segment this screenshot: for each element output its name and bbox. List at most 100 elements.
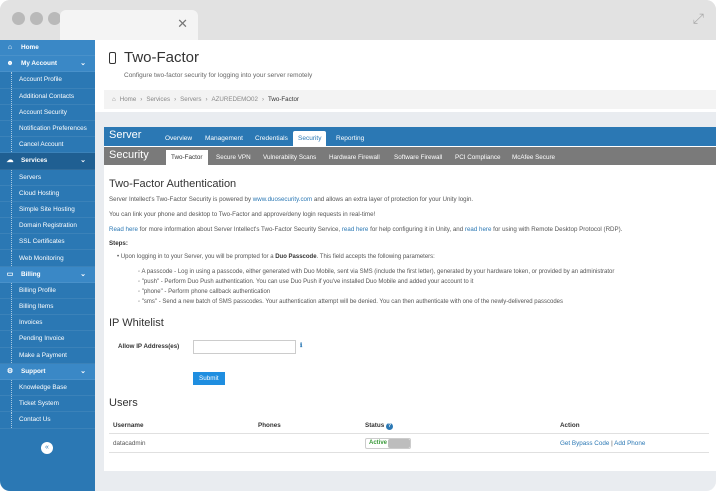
steps-label: Steps: xyxy=(109,240,128,247)
status-toggle[interactable]: Active xyxy=(365,438,411,449)
expand-icon[interactable]: ⤢ xyxy=(693,10,704,27)
sidebar-item-billing-profile[interactable]: Billing Profile xyxy=(0,282,95,299)
sidebar-item-label: Support xyxy=(21,367,46,375)
duo-link[interactable]: www.duosecurity.com xyxy=(253,196,312,203)
close-icon[interactable]: ✕ xyxy=(177,16,188,32)
sidebar-item-servers[interactable]: Servers xyxy=(0,169,95,186)
sidebar-item-support[interactable]: ⚙ Support ⌄ xyxy=(0,363,95,380)
sidebar-item-make-a-payment[interactable]: Make a Payment xyxy=(0,347,95,364)
tab-vulnerability-scans[interactable]: Vulnerability Scans xyxy=(258,150,321,165)
sidebar-item-label: Web Monitoring xyxy=(19,254,64,262)
breadcrumb-servers[interactable]: Servers xyxy=(180,96,201,103)
sidebar-item-services[interactable]: ☁ Services ⌄ xyxy=(0,153,95,170)
add-phone-link[interactable]: Add Phone xyxy=(614,440,645,447)
read-here-unity-link[interactable]: read here xyxy=(342,226,369,233)
window-close-dot[interactable] xyxy=(12,12,25,25)
credit-card-icon: ▭ xyxy=(6,270,14,278)
breadcrumb-separator: › xyxy=(205,96,208,103)
breadcrumb-server-name[interactable]: AZUREDEMO02 xyxy=(212,96,258,103)
collapse-sidebar-button[interactable]: « xyxy=(41,442,53,454)
title-bar: ✕ ⤢ xyxy=(0,0,716,40)
info-icon[interactable]: ℹ xyxy=(300,342,302,349)
tab-secure-vpn[interactable]: Secure VPN xyxy=(211,150,256,165)
tab-software-firewall[interactable]: Software Firewall xyxy=(389,150,447,165)
breadcrumb: ⌂ Home › Services › Servers › AZUREDEMO0… xyxy=(104,90,716,109)
tab-credentials[interactable]: Credentials xyxy=(250,131,293,146)
sidebar-item-label: Knowledge Base xyxy=(19,384,67,392)
submit-button[interactable]: Submit xyxy=(193,372,225,385)
sidebar-item-home[interactable]: ⌂ Home xyxy=(0,40,95,57)
browser-tab[interactable]: ✕ xyxy=(60,10,198,40)
sidebar-item-notification-preferences[interactable]: Notification Preferences xyxy=(0,120,95,138)
column-header-username: Username xyxy=(113,422,144,429)
breadcrumb-home[interactable]: Home xyxy=(120,96,137,103)
tab-security[interactable]: Security xyxy=(293,131,327,146)
column-header-status: Status ? xyxy=(365,422,393,430)
sidebar-item-additional-contacts[interactable]: Additional Contacts xyxy=(0,88,95,105)
chevron-down-icon[interactable]: ⌄ xyxy=(80,156,86,164)
chevron-down-icon[interactable]: ⌄ xyxy=(80,270,86,278)
breadcrumb-separator: › xyxy=(174,96,177,103)
sidebar-item-label: Account Profile xyxy=(19,76,62,84)
sidebar-item-cancel-account[interactable]: Cancel Account xyxy=(0,137,95,154)
read-here-rdp-link[interactable]: read here xyxy=(465,226,492,233)
sidebar-item-label: Notification Preferences xyxy=(19,125,87,133)
read-more-paragraph: Read here for more information about Ser… xyxy=(109,226,622,233)
page-title: Two-Factor xyxy=(124,49,200,66)
question-icon[interactable]: ? xyxy=(386,423,393,430)
sidebar-item-simple-site-hosting[interactable]: Simple Site Hosting xyxy=(0,201,95,219)
sidebar-item-contact-us[interactable]: Contact Us xyxy=(0,412,95,429)
server-panel: Server Overview Management Credentials S… xyxy=(104,127,716,471)
server-label: Server xyxy=(109,129,142,141)
tab-pci-compliance[interactable]: PCI Compliance xyxy=(450,150,506,165)
param-phone: "phone" - Perform phone callback authent… xyxy=(141,289,271,295)
read-here-link[interactable]: Read here xyxy=(109,226,138,233)
gear-icon: ⚙ xyxy=(6,367,14,375)
tab-management[interactable]: Management xyxy=(200,131,248,146)
sidebar-item-cloud-hosting[interactable]: Cloud Hosting xyxy=(0,185,95,202)
tab-overview[interactable]: Overview xyxy=(160,131,197,146)
sidebar-item-billing-items[interactable]: Billing Items xyxy=(0,299,95,316)
allow-ip-input[interactable] xyxy=(193,340,296,354)
breadcrumb-services[interactable]: Services xyxy=(146,96,170,103)
sidebar-item-ssl-certificates[interactable]: SSL Certificates xyxy=(0,234,95,251)
sidebar-item-domain-registration[interactable]: Domain Registration xyxy=(0,218,95,235)
sidebar-item-label: Invoices xyxy=(19,319,43,327)
breadcrumb-current: Two-Factor xyxy=(268,96,299,103)
sidebar-item-billing[interactable]: ▭ Billing ⌄ xyxy=(0,266,95,283)
sidebar-item-ticket-system[interactable]: Ticket System xyxy=(0,396,95,413)
page-content: ⌂ Home ☻ My Account ⌄ Account Profile Addition… xyxy=(0,40,716,491)
phone-icon xyxy=(109,52,116,64)
sidebar-item-label: Home xyxy=(21,44,39,52)
sidebar-item-label: Billing Items xyxy=(19,303,54,311)
duo-passcode-label: Duo Passcode xyxy=(275,254,317,260)
tab-mcafee-secure[interactable]: McAfee Secure xyxy=(507,150,560,165)
sidebar-item-account-profile[interactable]: Account Profile xyxy=(0,72,95,89)
sidebar-item-label: Billing xyxy=(21,270,41,278)
sidebar-item-knowledge-base[interactable]: Knowledge Base xyxy=(0,379,95,397)
param-push: "push" - Perform Duo Push authentication… xyxy=(141,279,474,285)
chevron-down-icon[interactable]: ⌄ xyxy=(80,367,86,375)
allow-ip-label: Allow IP Address(es) xyxy=(118,343,180,350)
window-minimize-dot[interactable] xyxy=(30,12,43,25)
step-text-end: . This field accepts the following param… xyxy=(316,254,435,260)
sidebar-item-pending-invoice[interactable]: Pending Invoice xyxy=(0,331,95,348)
sidebar-item-my-account[interactable]: ☻ My Account ⌄ xyxy=(0,56,95,73)
param-item: ◦ "phone" - Perform phone callback authe… xyxy=(138,289,271,295)
tab-hardware-firewall[interactable]: Hardware Firewall xyxy=(324,150,385,165)
sidebar-item-invoices[interactable]: Invoices xyxy=(0,315,95,332)
chevron-down-icon[interactable]: ⌄ xyxy=(80,59,86,67)
browser-window: ✕ ⤢ ⌂ Home ☻ My Account ⌄ Account Profile Addi… xyxy=(0,0,716,491)
get-bypass-code-link[interactable]: Get Bypass Code xyxy=(560,440,609,447)
tab-reporting[interactable]: Reporting xyxy=(331,131,369,146)
ip-whitelist-heading: IP Whitelist xyxy=(109,317,164,329)
sidebar-item-label: Pending Invoice xyxy=(19,335,65,343)
intro-paragraph: Server Intellect's Two-Factor Security i… xyxy=(109,196,473,203)
sidebar-item-account-security[interactable]: Account Security xyxy=(0,104,95,121)
sidebar-item-web-monitoring[interactable]: Web Monitoring xyxy=(0,250,95,267)
read-more-text-2: for help configuring it in Unity, and xyxy=(368,226,465,233)
tab-two-factor[interactable]: Two-Factor xyxy=(166,150,208,165)
toggle-knob[interactable] xyxy=(388,439,410,448)
param-item: ◦ "sms" - Send a new batch of SMS passco… xyxy=(138,299,563,305)
status-label: Active xyxy=(369,440,388,446)
